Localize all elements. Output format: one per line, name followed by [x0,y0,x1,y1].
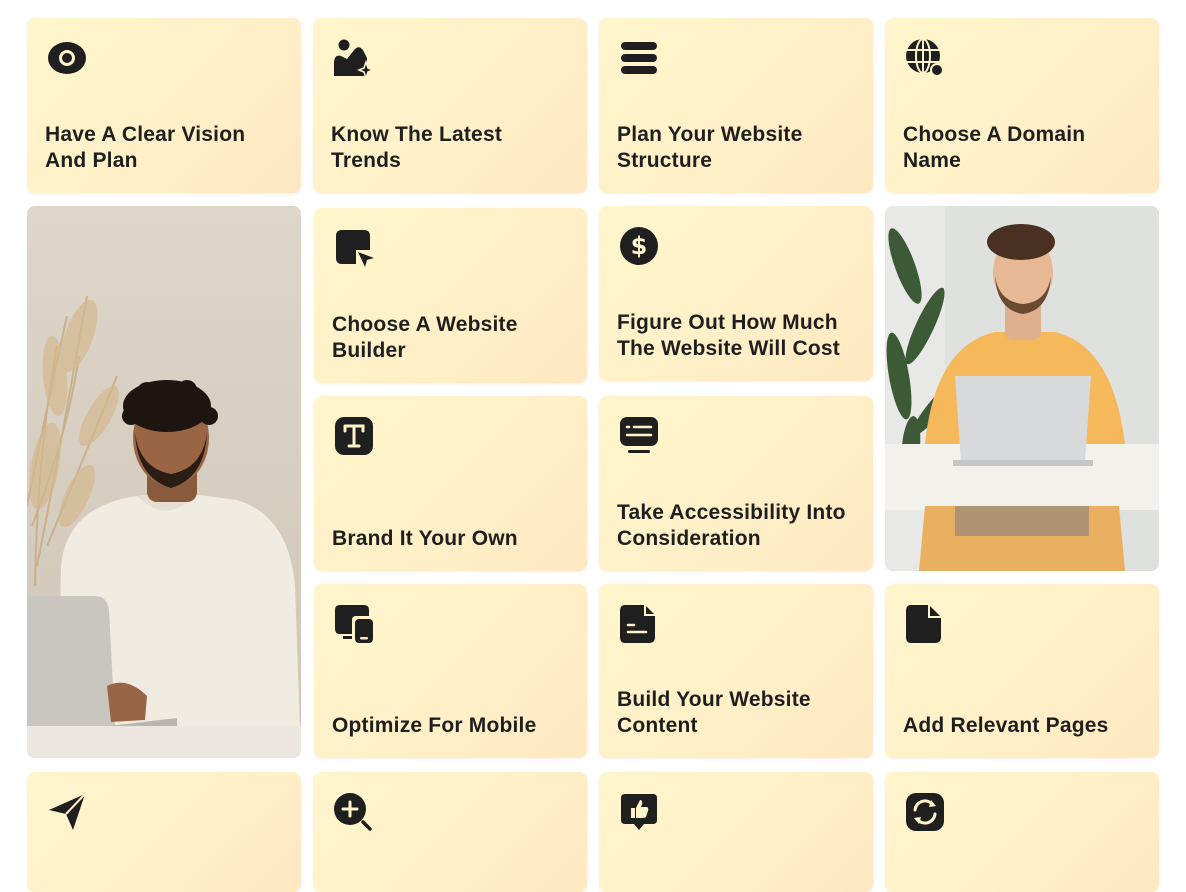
globe-search-icon [905,38,945,78]
card-seo[interactable] [313,772,587,892]
eye-icon [47,38,87,78]
card-builder[interactable]: Choose A Website Builder [314,208,587,383]
card-launch[interactable] [27,772,301,892]
card-label: Figure Out How Much The Website Will Cos… [617,311,840,360]
thumbs-up-badge-icon [619,792,659,832]
paper-plane-icon [47,792,87,832]
card-label: Know The Latest Trends [331,123,503,172]
card-domain[interactable]: Choose A Domain Name [885,18,1159,193]
card-label: Choose A Website Builder [332,313,518,362]
refresh-icon [905,792,945,832]
card-update[interactable] [885,772,1159,892]
card-structure[interactable]: Plan Your Website Structure [599,18,873,193]
layers-stack-icon [619,38,659,78]
card-cost[interactable]: $ Figure Out How Much The Website Will C… [599,206,873,381]
photo-man-sweater [27,206,301,758]
card-label: Build Your Website Content [617,688,811,737]
text-type-icon [334,416,374,456]
card-vision[interactable]: Have A Clear Vision And Plan [27,18,301,193]
card-label: Choose A Domain Name [903,123,1086,172]
svg-text:$: $ [631,232,648,260]
card-mobile[interactable]: Optimize For Mobile [314,584,587,758]
card-content[interactable]: Build Your Website Content [599,584,873,758]
card-label: Brand It Your Own [332,527,518,550]
card-feedback[interactable] [599,772,873,892]
card-label: Add Relevant Pages [903,714,1109,737]
document-text-icon [619,604,659,644]
card-label: Optimize For Mobile [332,714,537,737]
card-label: Take Accessibility Into Consideration [617,501,846,550]
card-pages[interactable]: Add Relevant Pages [885,584,1159,758]
file-icon [905,604,945,644]
card-trends[interactable]: Know The Latest Trends [313,18,587,193]
zoom-plus-icon [333,792,373,832]
photo-man-laptop [885,206,1159,571]
card-label: Have A Clear Vision And Plan [45,123,246,172]
dollar-coin-icon: $ [619,226,659,266]
card-label: Plan Your Website Structure [617,123,803,172]
cursor-click-icon [334,228,374,268]
card-accessibility[interactable]: Take Accessibility Into Consideration [599,396,873,571]
image-sparkle-icon [333,38,373,78]
devices-icon [334,604,374,644]
chat-screen-icon [619,416,659,456]
card-brand[interactable]: Brand It Your Own [314,396,587,571]
